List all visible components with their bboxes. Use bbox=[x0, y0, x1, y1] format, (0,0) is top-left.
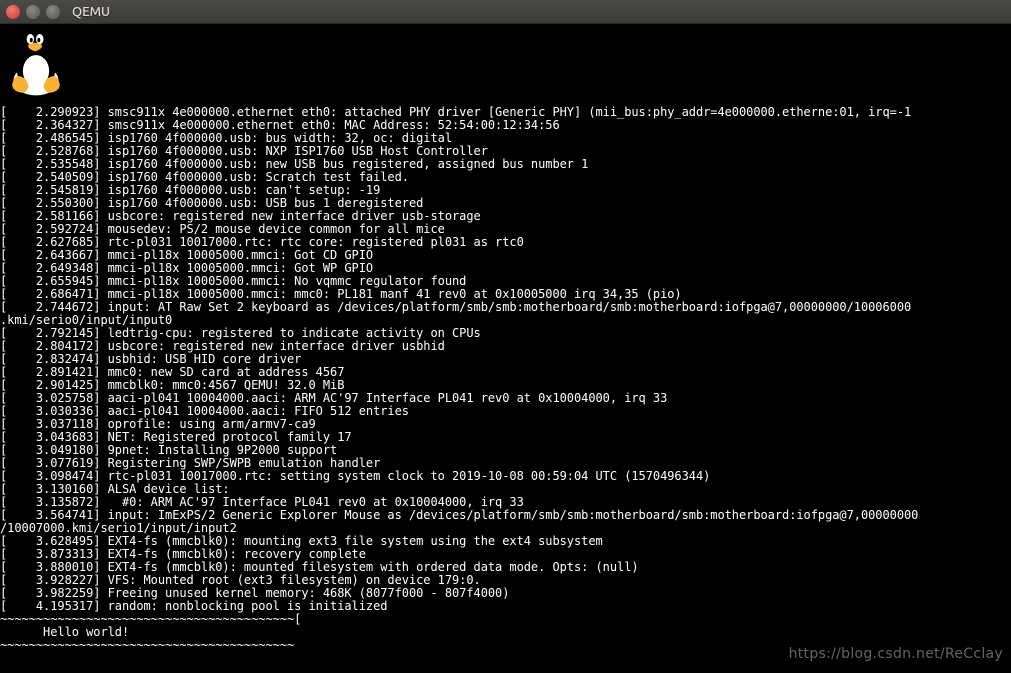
log-line: ~~~~~~~~~~~~~~~~~~~~~~~~~~~~~~~~~~~~~~~~… bbox=[0, 639, 918, 652]
terminal-pane[interactable]: [ 2.290923] smsc911x 4e000000.ethernet e… bbox=[0, 24, 1011, 673]
tux-logo-icon bbox=[6, 26, 66, 97]
log-line: ~~~~~~~~~~~~~~~~~~~~~~~~~~~~~~~~~~~~~~~~… bbox=[0, 613, 918, 626]
maximize-icon[interactable] bbox=[46, 5, 60, 19]
close-icon[interactable] bbox=[6, 5, 20, 19]
minimize-icon[interactable] bbox=[26, 5, 40, 19]
boot-log: [ 2.290923] smsc911x 4e000000.ethernet e… bbox=[0, 106, 918, 652]
window-title: QEMU bbox=[72, 5, 110, 19]
titlebar[interactable]: QEMU bbox=[0, 0, 1011, 24]
qemu-window: QEMU [ 2.290923] smsc911x 4e000000.ether… bbox=[0, 0, 1011, 673]
